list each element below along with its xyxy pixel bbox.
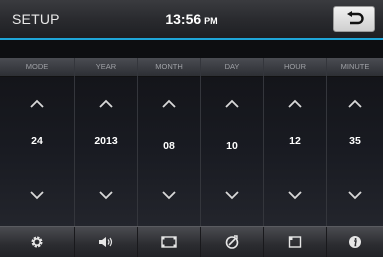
datetime-picker: MODE 24 YEAR 2013 MONTH 08 DAY 10 HOUR 1… [0, 58, 383, 227]
chevron-up-icon [288, 99, 302, 108]
decrease-button[interactable] [201, 187, 263, 205]
increase-button[interactable] [327, 95, 383, 113]
chevron-down-icon [348, 191, 362, 200]
chevron-down-icon [162, 191, 176, 200]
screen-icon [161, 236, 177, 248]
column-label: DAY [201, 58, 263, 77]
column-value: 2013 [94, 135, 118, 147]
decrease-button[interactable] [264, 187, 326, 205]
decrease-button[interactable] [327, 187, 383, 205]
info-icon [349, 236, 361, 248]
increase-button[interactable] [264, 95, 326, 113]
column-value: 35 [349, 135, 361, 147]
steering-tab[interactable] [201, 227, 264, 257]
steering-icon [225, 235, 239, 249]
column-label: MONTH [138, 58, 200, 77]
video-tab[interactable] [138, 227, 201, 257]
chevron-down-icon [288, 191, 302, 200]
settings-tab[interactable] [0, 227, 75, 257]
clock: 13:56 PM [0, 11, 383, 27]
chevron-down-icon [30, 191, 44, 200]
column-value: 10 [226, 140, 238, 152]
column-body: 12 [264, 77, 326, 227]
display-tab[interactable] [264, 227, 327, 257]
column-label: YEAR [75, 58, 137, 77]
speaker-icon [99, 237, 113, 247]
setup-screen: SETUP 13:56 PM MODE 24 YEAR 2013 MONTH 0… [0, 0, 383, 257]
column-value: 08 [163, 140, 175, 152]
gear-icon [31, 236, 43, 248]
chevron-up-icon [162, 99, 176, 108]
chevron-up-icon [99, 99, 113, 108]
column-value: 12 [289, 135, 301, 147]
separator-band [0, 40, 383, 58]
back-button[interactable] [333, 6, 375, 32]
audio-tab[interactable] [75, 227, 138, 257]
column-mode: MODE 24 [0, 58, 75, 227]
decrease-button[interactable] [75, 187, 137, 205]
chevron-down-icon [225, 191, 239, 200]
back-arrow-icon [347, 11, 364, 25]
increase-button[interactable] [75, 95, 137, 113]
info-tab[interactable] [327, 227, 383, 257]
decrease-button[interactable] [138, 187, 200, 205]
column-day: DAY 10 [201, 58, 264, 227]
column-hour: HOUR 12 [264, 58, 327, 227]
column-label: HOUR [264, 58, 326, 77]
chevron-down-icon [99, 191, 113, 200]
chevron-up-icon [30, 99, 44, 108]
bottom-toolbar [0, 226, 383, 257]
increase-button[interactable] [138, 95, 200, 113]
chevron-up-icon [225, 99, 239, 108]
column-body: 08 [138, 77, 200, 227]
column-label: MODE [0, 58, 74, 77]
column-label: MINUTE [327, 58, 383, 77]
column-body: 35 [327, 77, 383, 227]
column-minute: MINUTE 35 [327, 58, 383, 227]
column-body: 2013 [75, 77, 137, 227]
decrease-button[interactable] [0, 187, 74, 205]
display-icon [288, 236, 302, 248]
column-body: 24 [0, 77, 74, 227]
top-bar: SETUP 13:56 PM [0, 0, 383, 40]
column-value: 24 [31, 135, 43, 147]
increase-button[interactable] [0, 95, 74, 113]
increase-button[interactable] [201, 95, 263, 113]
chevron-up-icon [348, 99, 362, 108]
column-month: MONTH 08 [138, 58, 201, 227]
column-year: YEAR 2013 [75, 58, 138, 227]
column-body: 10 [201, 77, 263, 227]
clock-time: 13:56 [165, 11, 202, 27]
clock-ampm: PM [204, 16, 218, 26]
